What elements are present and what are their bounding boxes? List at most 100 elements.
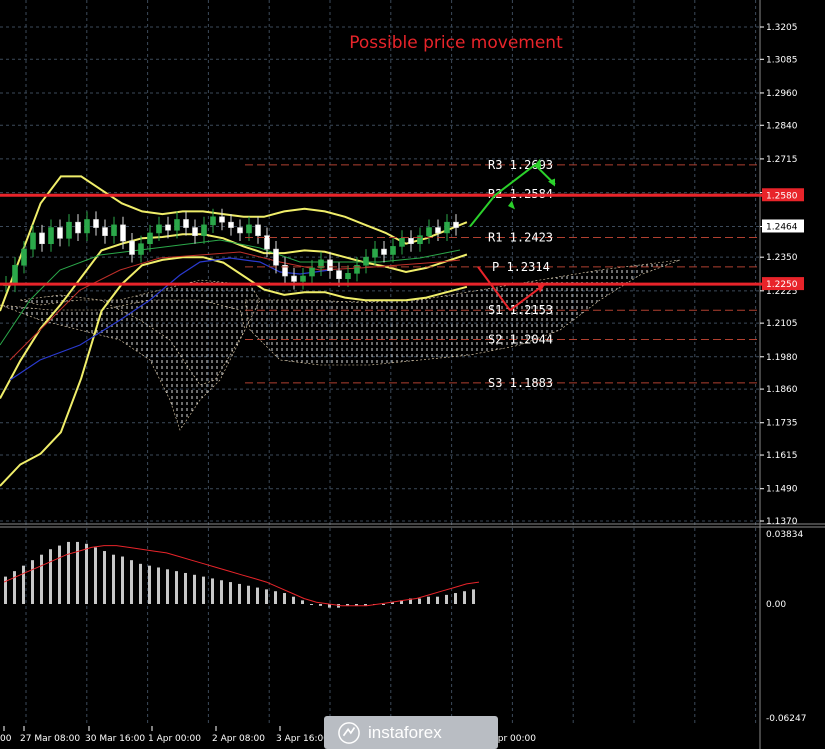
macd-bar: [292, 596, 295, 604]
macd-bar: [94, 547, 97, 604]
candle-body: [93, 219, 99, 228]
macd-bar: [112, 554, 115, 604]
pivot-label: S3 1.1883: [488, 376, 553, 390]
candle-body: [255, 224, 261, 236]
chart-title: Possible price movement: [349, 33, 563, 53]
candle-body: [75, 221, 81, 234]
candle-body: [390, 246, 396, 255]
candle-body: [453, 221, 459, 228]
macd-bar: [256, 587, 259, 604]
candle-body: [21, 248, 27, 266]
price-tick-label: 1.2715: [766, 155, 798, 165]
price-tick-label: 1.1490: [766, 485, 798, 495]
candlesticks: [3, 208, 459, 293]
candle-body: [183, 219, 189, 228]
time-tick-label: 30 Mar 16:00: [85, 734, 145, 744]
macd-bar: [166, 569, 169, 604]
candle-body: [57, 227, 63, 239]
macd-bar: [121, 556, 124, 604]
chart-grid: [0, 0, 825, 749]
time-tick-label: 00: [0, 734, 12, 744]
candle-body: [345, 273, 351, 280]
macd-bar: [202, 576, 205, 604]
candle-body: [246, 224, 252, 234]
candle-body: [417, 235, 423, 245]
price-tick-label: 1.2840: [766, 121, 798, 131]
pivot-label: S1 1.2153: [488, 303, 553, 317]
macd-bar: [175, 571, 178, 604]
macd-bar: [139, 563, 142, 604]
macd-panel: [3, 541, 480, 608]
candle-body: [111, 224, 117, 236]
pivot-label: R1 1.2423: [488, 231, 553, 245]
macd-bar: [148, 565, 151, 604]
macd-bar: [445, 594, 448, 604]
price-tick-label: 1.1735: [766, 419, 798, 429]
macd-bar: [454, 593, 457, 604]
axes: 1.32051.30851.29601.28401.27151.25901.24…: [0, 23, 806, 744]
price-tick-label: 1.1860: [766, 385, 798, 395]
candle-body: [237, 227, 243, 234]
candle-body: [129, 240, 135, 255]
candle-body: [435, 227, 441, 234]
macd-bar: [49, 549, 52, 604]
candle-body: [228, 221, 234, 228]
macd-bar: [40, 554, 43, 604]
macd-bar: [274, 591, 277, 604]
candle-body: [264, 235, 270, 250]
price-tick-label: 1.2105: [766, 319, 798, 329]
candle-body: [327, 259, 333, 271]
candle-body: [273, 248, 279, 266]
candle-body: [372, 248, 378, 258]
macd-bar: [22, 565, 25, 604]
candle-body: [363, 256, 369, 266]
macd-bar: [184, 572, 187, 604]
pivot-label: S2 1.2044: [488, 333, 553, 347]
candle-body: [201, 224, 207, 236]
macd-bar: [301, 600, 304, 604]
candle-body: [84, 219, 90, 234]
price-tick-label: 1.1615: [766, 451, 798, 461]
macd-bar: [31, 560, 34, 604]
candle-body: [192, 227, 198, 236]
price-tick-label: 1.2350: [766, 253, 798, 263]
macd-bar: [67, 541, 70, 604]
macd-bar: [220, 580, 223, 604]
macd-bar: [418, 598, 421, 604]
macd-bar: [103, 551, 106, 604]
macd-bar: [382, 604, 385, 605]
macd-signal-line: [3, 545, 480, 607]
macd-tick-label: -0.06247: [766, 714, 806, 724]
price-tick-label: 1.3205: [766, 23, 798, 33]
price-tag-label: 1.2580: [766, 191, 798, 201]
candle-body: [408, 238, 414, 245]
instaforex-logo-icon: [338, 721, 360, 744]
macd-bar: [13, 571, 16, 604]
candle-body: [381, 248, 387, 255]
macd-bar: [247, 585, 250, 604]
macd-bar: [283, 593, 286, 604]
macd-bar: [211, 578, 214, 604]
price-tick-label: 1.3085: [766, 55, 798, 65]
candle-body: [300, 275, 306, 282]
macd-bar: [319, 604, 322, 606]
pivot-label: R3 1.2693: [488, 158, 553, 172]
price-tick-label: 1.1370: [766, 517, 798, 527]
forecast-up-segment: [469, 194, 496, 228]
candle-body: [291, 275, 297, 282]
macd-bar: [193, 574, 196, 604]
arrowhead-up: [508, 200, 515, 210]
candle-body: [426, 227, 432, 236]
candle-body: [336, 270, 342, 280]
macd-bar: [85, 543, 88, 604]
pivot-label: P 1.2314: [492, 260, 550, 274]
macd-bar: [463, 591, 466, 604]
time-tick-label: 2 Apr 08:00: [212, 734, 265, 744]
macd-tick-label: 0.00: [766, 600, 786, 610]
candle-body: [30, 232, 36, 250]
candle-body: [309, 267, 315, 277]
candle-body: [66, 221, 72, 239]
candle-body: [39, 232, 45, 245]
time-tick-label: 1 Apr 00:00: [148, 734, 201, 744]
time-tick-label: 3 Apr 16:00: [276, 734, 329, 744]
